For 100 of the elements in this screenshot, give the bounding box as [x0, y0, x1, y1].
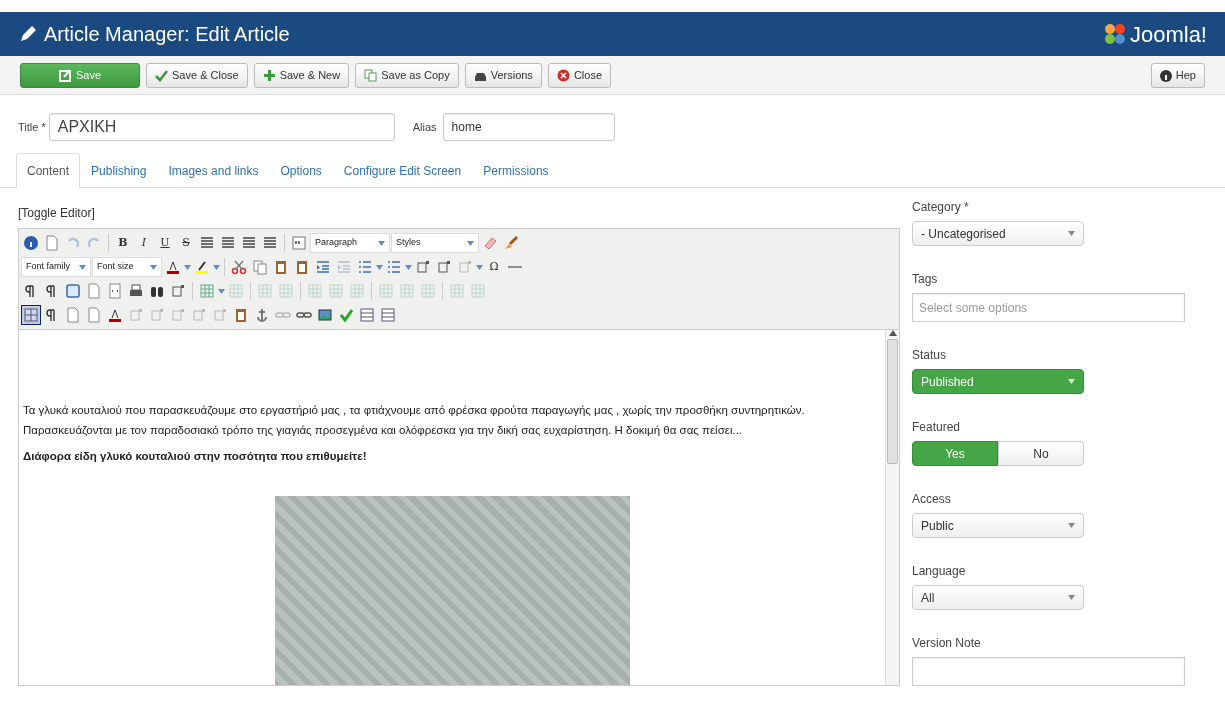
anchor-icon[interactable]: [254, 307, 270, 323]
layout-icon[interactable]: [380, 307, 396, 323]
dropdown[interactable]: Public: [912, 513, 1084, 538]
field-label: Tags: [912, 271, 939, 288]
scissors-icon[interactable]: [231, 259, 247, 275]
align-icon[interactable]: [241, 235, 257, 251]
grid-icon[interactable]: [23, 307, 39, 323]
toolbar-button[interactable]: Close: [547, 63, 611, 88]
format-button[interactable]: B: [113, 233, 133, 253]
caret-icon[interactable]: [476, 264, 483, 270]
caret-icon[interactable]: [213, 264, 220, 270]
help-icon[interactable]: [23, 235, 39, 251]
pencil-icon: [18, 24, 38, 44]
toolbar-button[interactable]: Save & Close: [146, 63, 248, 88]
plus-icon: [262, 69, 276, 82]
eraser-icon[interactable]: [482, 235, 498, 251]
page-icon[interactable]: [86, 307, 102, 323]
logo-icon: [1102, 22, 1127, 46]
scrollbar[interactable]: [885, 330, 899, 685]
caret-icon[interactable]: [184, 264, 191, 270]
align-icon[interactable]: [199, 235, 215, 251]
printer-icon[interactable]: [128, 283, 144, 299]
indent-icon[interactable]: [315, 259, 331, 275]
tab[interactable]: Publishing: [80, 153, 158, 188]
edit-icon: [58, 69, 72, 82]
format-dropdown[interactable]: Styles: [391, 233, 479, 253]
format-icon[interactable]: [170, 283, 186, 299]
quote-icon[interactable]: [291, 235, 307, 251]
title-field[interactable]: ΑΡΧΙΚΗ: [48, 113, 395, 141]
caret-icon[interactable]: [405, 264, 412, 270]
table-icon[interactable]: [199, 283, 215, 299]
toggle-editor-link[interactable]: [Toggle Editor]: [18, 204, 900, 222]
tab[interactable]: Content: [16, 153, 81, 188]
format-button[interactable]: I: [134, 233, 154, 253]
paragraph-text: Τα γλυκά κουταλιού που παρασκευάζουμε στο εργαστήριό μας , τα φτιάχνουμε από φρέσκα φρούτα παραγωγής μας , χωρίς την προσθήκη συντηρητικών. Παρασκευάζονται με τον παραδοσιακό τρόπο της γιαγιάς προσεγμένα και ολόφρεσκα για την δική σας ευχαρίστηση. Η δοκιμή θα σας πείσει...: [23, 403, 806, 439]
tab[interactable]: Configure Edit Screen: [332, 153, 473, 188]
page-icon[interactable]: [86, 283, 102, 299]
text-color-icon[interactable]: [165, 259, 181, 275]
align-icon[interactable]: [262, 235, 278, 251]
caret-icon[interactable]: [1068, 379, 1075, 384]
caret-icon[interactable]: [150, 264, 157, 270]
field-label: Category *: [912, 199, 970, 216]
layout-icon[interactable]: [359, 307, 375, 323]
check-icon: [155, 69, 168, 82]
format-button[interactable]: Ω: [484, 257, 504, 277]
caret-icon[interactable]: [467, 240, 474, 246]
field-label: Featured: [912, 419, 962, 436]
format-dropdown[interactable]: Font size: [92, 257, 162, 277]
caret-icon[interactable]: [1068, 523, 1075, 528]
format-button[interactable]: U: [155, 233, 175, 253]
field-label: Title *: [18, 119, 46, 135]
input-field[interactable]: [912, 657, 1185, 686]
format-icon[interactable]: [415, 259, 431, 275]
page-icon[interactable]: [44, 235, 60, 251]
caret-icon[interactable]: [1068, 595, 1075, 600]
page-icon[interactable]: [65, 307, 81, 323]
field-label: Version Note: [912, 635, 982, 652]
brush-icon[interactable]: [503, 235, 519, 251]
dropdown[interactable]: - Uncategorised: [912, 221, 1084, 246]
tab[interactable]: Images and links: [157, 153, 270, 188]
fullscreen-icon[interactable]: [65, 283, 81, 299]
format-dropdown[interactable]: Font family: [21, 257, 91, 277]
copy-icon: [364, 69, 378, 82]
caret-icon[interactable]: [378, 240, 385, 246]
field-label: Alias: [412, 119, 437, 135]
clipboard-icon[interactable]: [294, 259, 310, 275]
image-icon[interactable]: [317, 307, 333, 323]
field-label: Status: [912, 347, 948, 364]
alias-field[interactable]: home: [442, 113, 615, 141]
copy-icon[interactable]: [252, 259, 268, 275]
caret-icon[interactable]: [218, 288, 225, 294]
caret-icon[interactable]: [1068, 231, 1075, 236]
bold-text: Διάφορα είδη γλυκό κουταλιού στην ποσότητα που επιθυμείτε!: [23, 449, 368, 465]
brand-name: Joomla!: [1129, 20, 1207, 49]
toggle-option[interactable]: No: [998, 441, 1084, 466]
list-icon[interactable]: [386, 259, 402, 275]
align-icon[interactable]: [220, 235, 236, 251]
format-button[interactable]: S: [176, 233, 196, 253]
caret-icon[interactable]: [376, 264, 383, 270]
caret-icon[interactable]: [79, 264, 86, 270]
clipboard-icon[interactable]: [273, 259, 289, 275]
text-color-icon[interactable]: [107, 307, 123, 323]
input-field[interactable]: Select some options: [912, 293, 1185, 322]
spellcheck-icon[interactable]: [338, 307, 354, 323]
dropdown[interactable]: All: [912, 585, 1084, 610]
help-icon: [1159, 69, 1172, 82]
toolbar-button[interactable]: Versions: [464, 63, 542, 88]
field-label: Access: [912, 491, 952, 508]
toolbar-button[interactable]: Save & New: [253, 63, 350, 88]
format-icon[interactable]: [436, 259, 452, 275]
format-dropdown[interactable]: Paragraph: [310, 233, 390, 253]
clipboard-icon[interactable]: [233, 307, 249, 323]
tab[interactable]: Options: [269, 153, 333, 188]
highlighter-icon[interactable]: [194, 259, 210, 275]
list-icon[interactable]: [357, 259, 373, 275]
help-button[interactable]: Hep: [1150, 63, 1205, 88]
close-icon: [556, 69, 570, 82]
field-label: Language: [912, 563, 967, 580]
tab[interactable]: Permissions: [472, 153, 560, 188]
toolbar-button[interactable]: Save as Copy: [355, 63, 459, 88]
